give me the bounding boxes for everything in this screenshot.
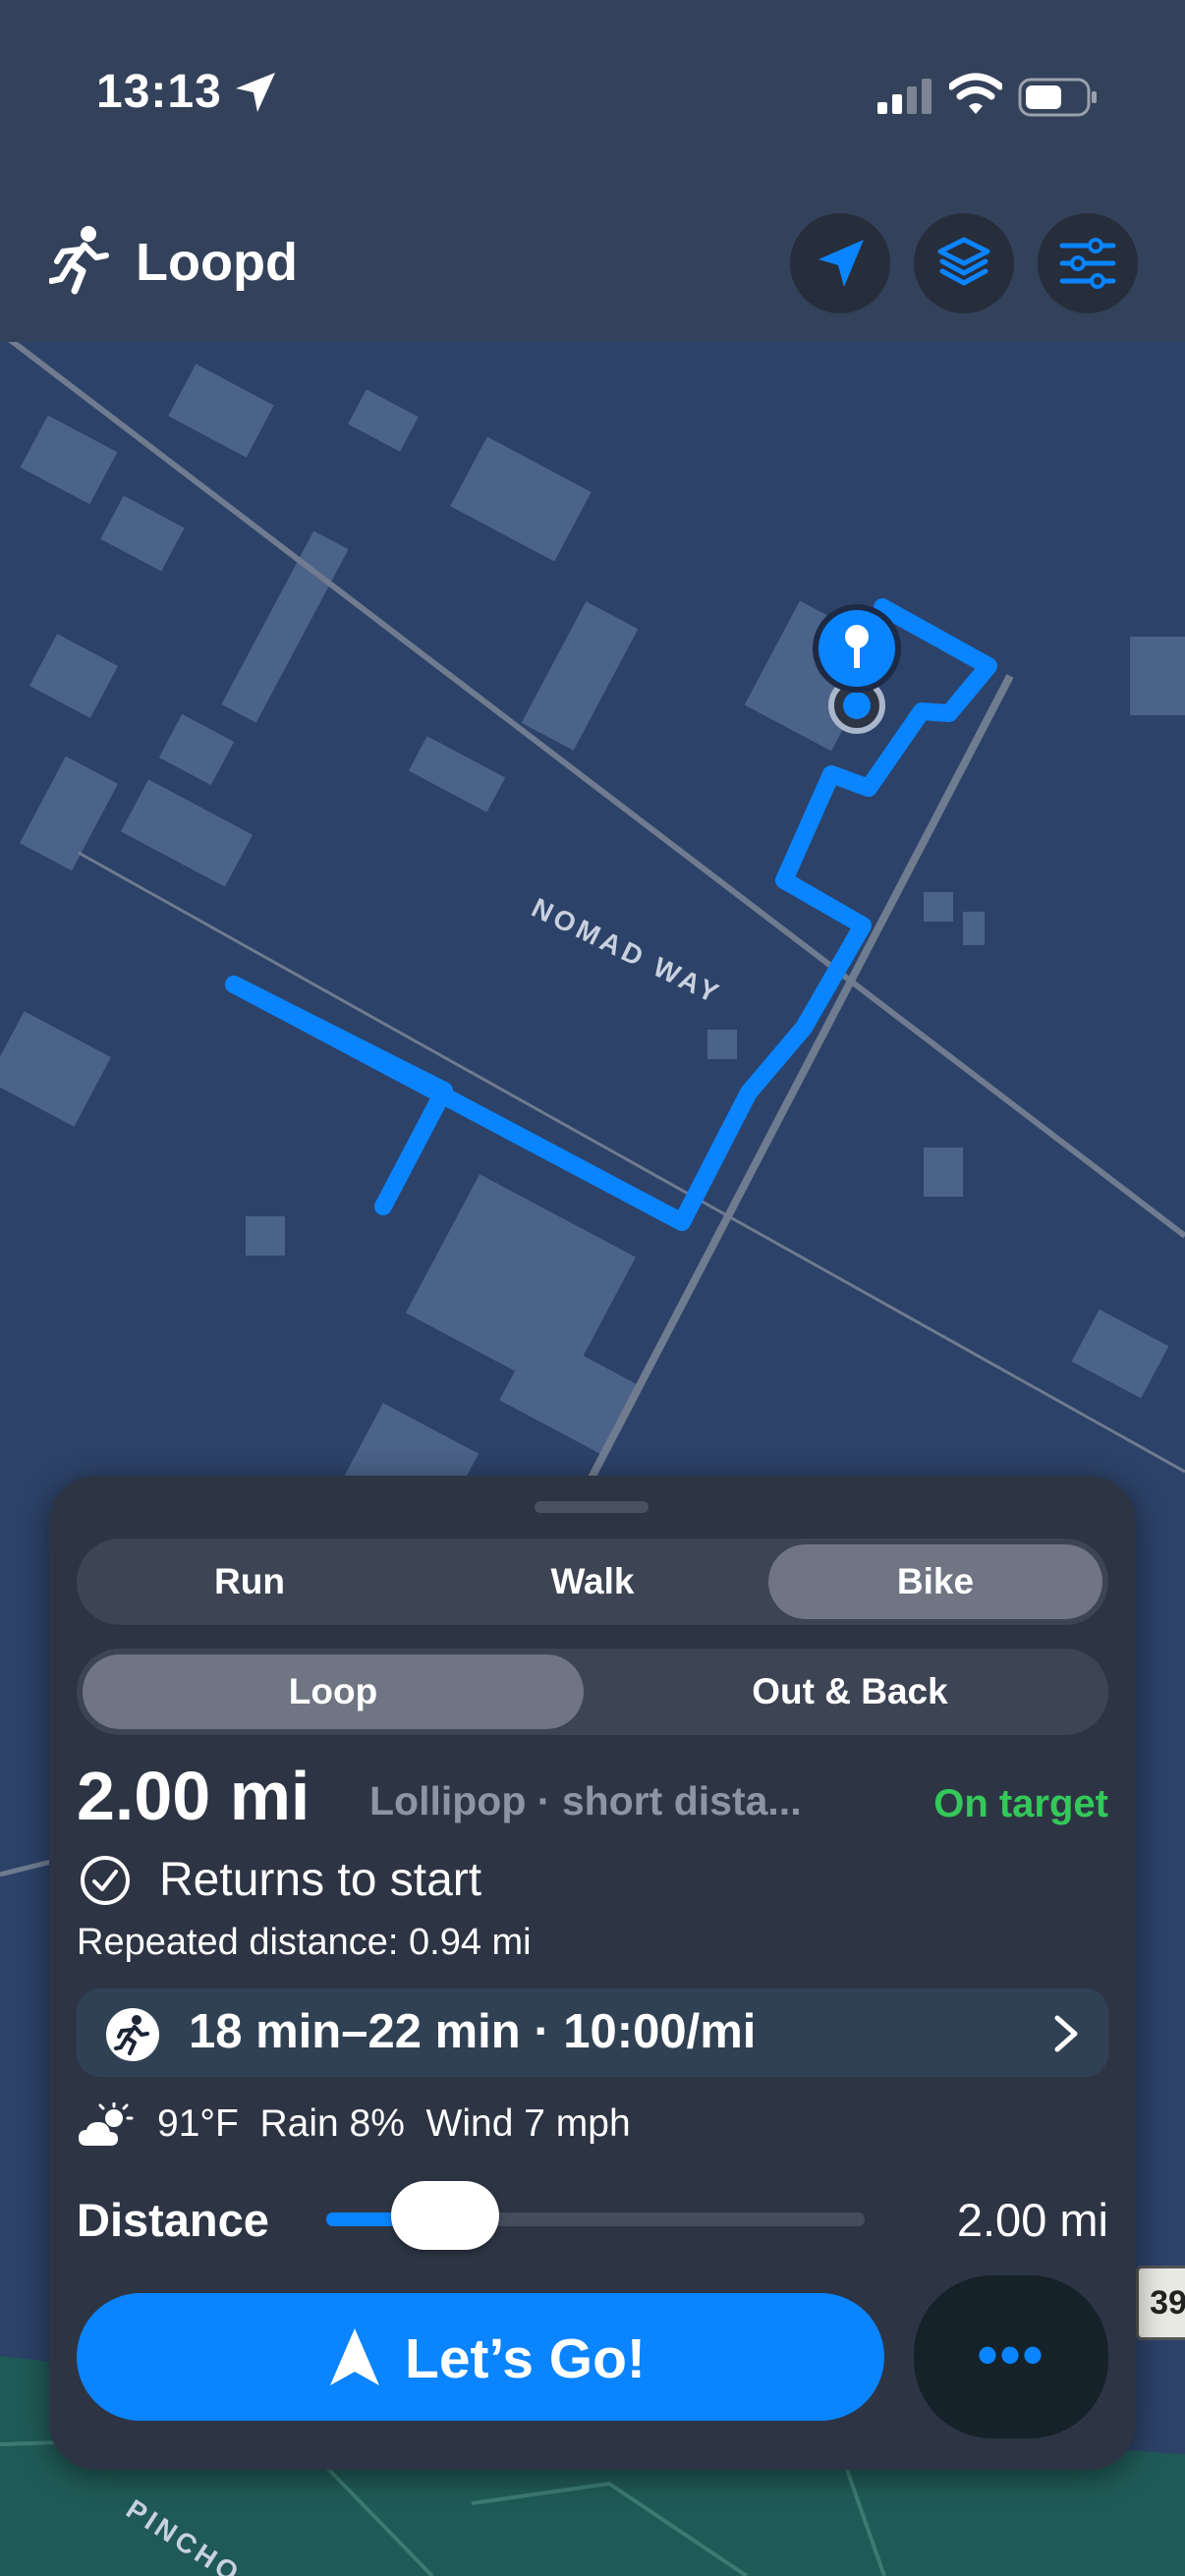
pace-estimate-text: 18 min–22 min · 10:00/mi [189, 2005, 757, 2058]
repeated-distance: Repeated distance: 0.94 mi [77, 1922, 532, 1963]
map-layers-button[interactable] [914, 213, 1014, 313]
app-header: Loopd [0, 196, 1185, 342]
weather-icon [79, 2102, 134, 2146]
tab-bike[interactable]: Bike [768, 1544, 1102, 1619]
activity-segmented-control: Run Walk Bike [77, 1539, 1108, 1625]
location-arrow-icon [236, 73, 275, 112]
wifi-icon [949, 73, 1002, 114]
route-type-segmented-control: Loop Out & Back [77, 1649, 1108, 1735]
sliders-icon [1059, 238, 1116, 289]
status-time: 13:13 [96, 66, 222, 118]
chevron-right-icon [1054, 2015, 1078, 2052]
distance-slider-thumb[interactable] [390, 2181, 499, 2250]
lets-go-button[interactable]: Let’s Go! [77, 2293, 884, 2421]
navigation-arrow-icon [330, 2328, 379, 2385]
tab-out-and-back[interactable]: Out & Back [597, 1654, 1102, 1729]
locate-me-button[interactable] [790, 213, 890, 313]
tab-walk[interactable]: Walk [425, 1544, 760, 1619]
route-distance: 2.00 mi [77, 1758, 310, 1834]
more-options-icon: ••• [977, 2322, 1045, 2387]
app-title: Loopd [136, 233, 298, 292]
weather-summary: 91°F Rain 8% Wind 7 mph [157, 2102, 631, 2145]
more-options-button[interactable]: ••• [914, 2275, 1108, 2438]
signal-icon [877, 79, 931, 114]
distance-slider-label: Distance [77, 2194, 269, 2246]
layers-icon [937, 237, 990, 286]
pace-estimate-row[interactable]: 18 min–22 min · 10:00/mi [77, 1988, 1108, 2077]
route-panel: Run Walk Bike Loop Out & Back 2.00 mi Lo… [49, 1476, 1136, 2470]
navigation-arrow-icon [818, 240, 864, 287]
settings-sliders-button[interactable] [1038, 213, 1138, 313]
battery-icon [1018, 78, 1097, 117]
runner-icon [106, 2008, 159, 2061]
tab-run[interactable]: Run [83, 1544, 417, 1619]
returns-to-start-label: Returns to start [159, 1854, 482, 1906]
route-description: Lollipop · short dista... [369, 1778, 802, 1823]
runner-icon [49, 226, 109, 295]
lets-go-label: Let’s Go! [405, 2327, 646, 2390]
sheet-grabber[interactable] [535, 1501, 649, 1513]
status-bar: 13:13 [0, 0, 1185, 196]
distance-slider-value: 2.00 mi [956, 2194, 1108, 2246]
status-badge: On target [933, 1782, 1108, 1825]
tab-loop[interactable]: Loop [83, 1654, 584, 1729]
checkmark-circle-icon [81, 1856, 130, 1905]
highway-badge: 39 [1136, 2266, 1185, 2340]
